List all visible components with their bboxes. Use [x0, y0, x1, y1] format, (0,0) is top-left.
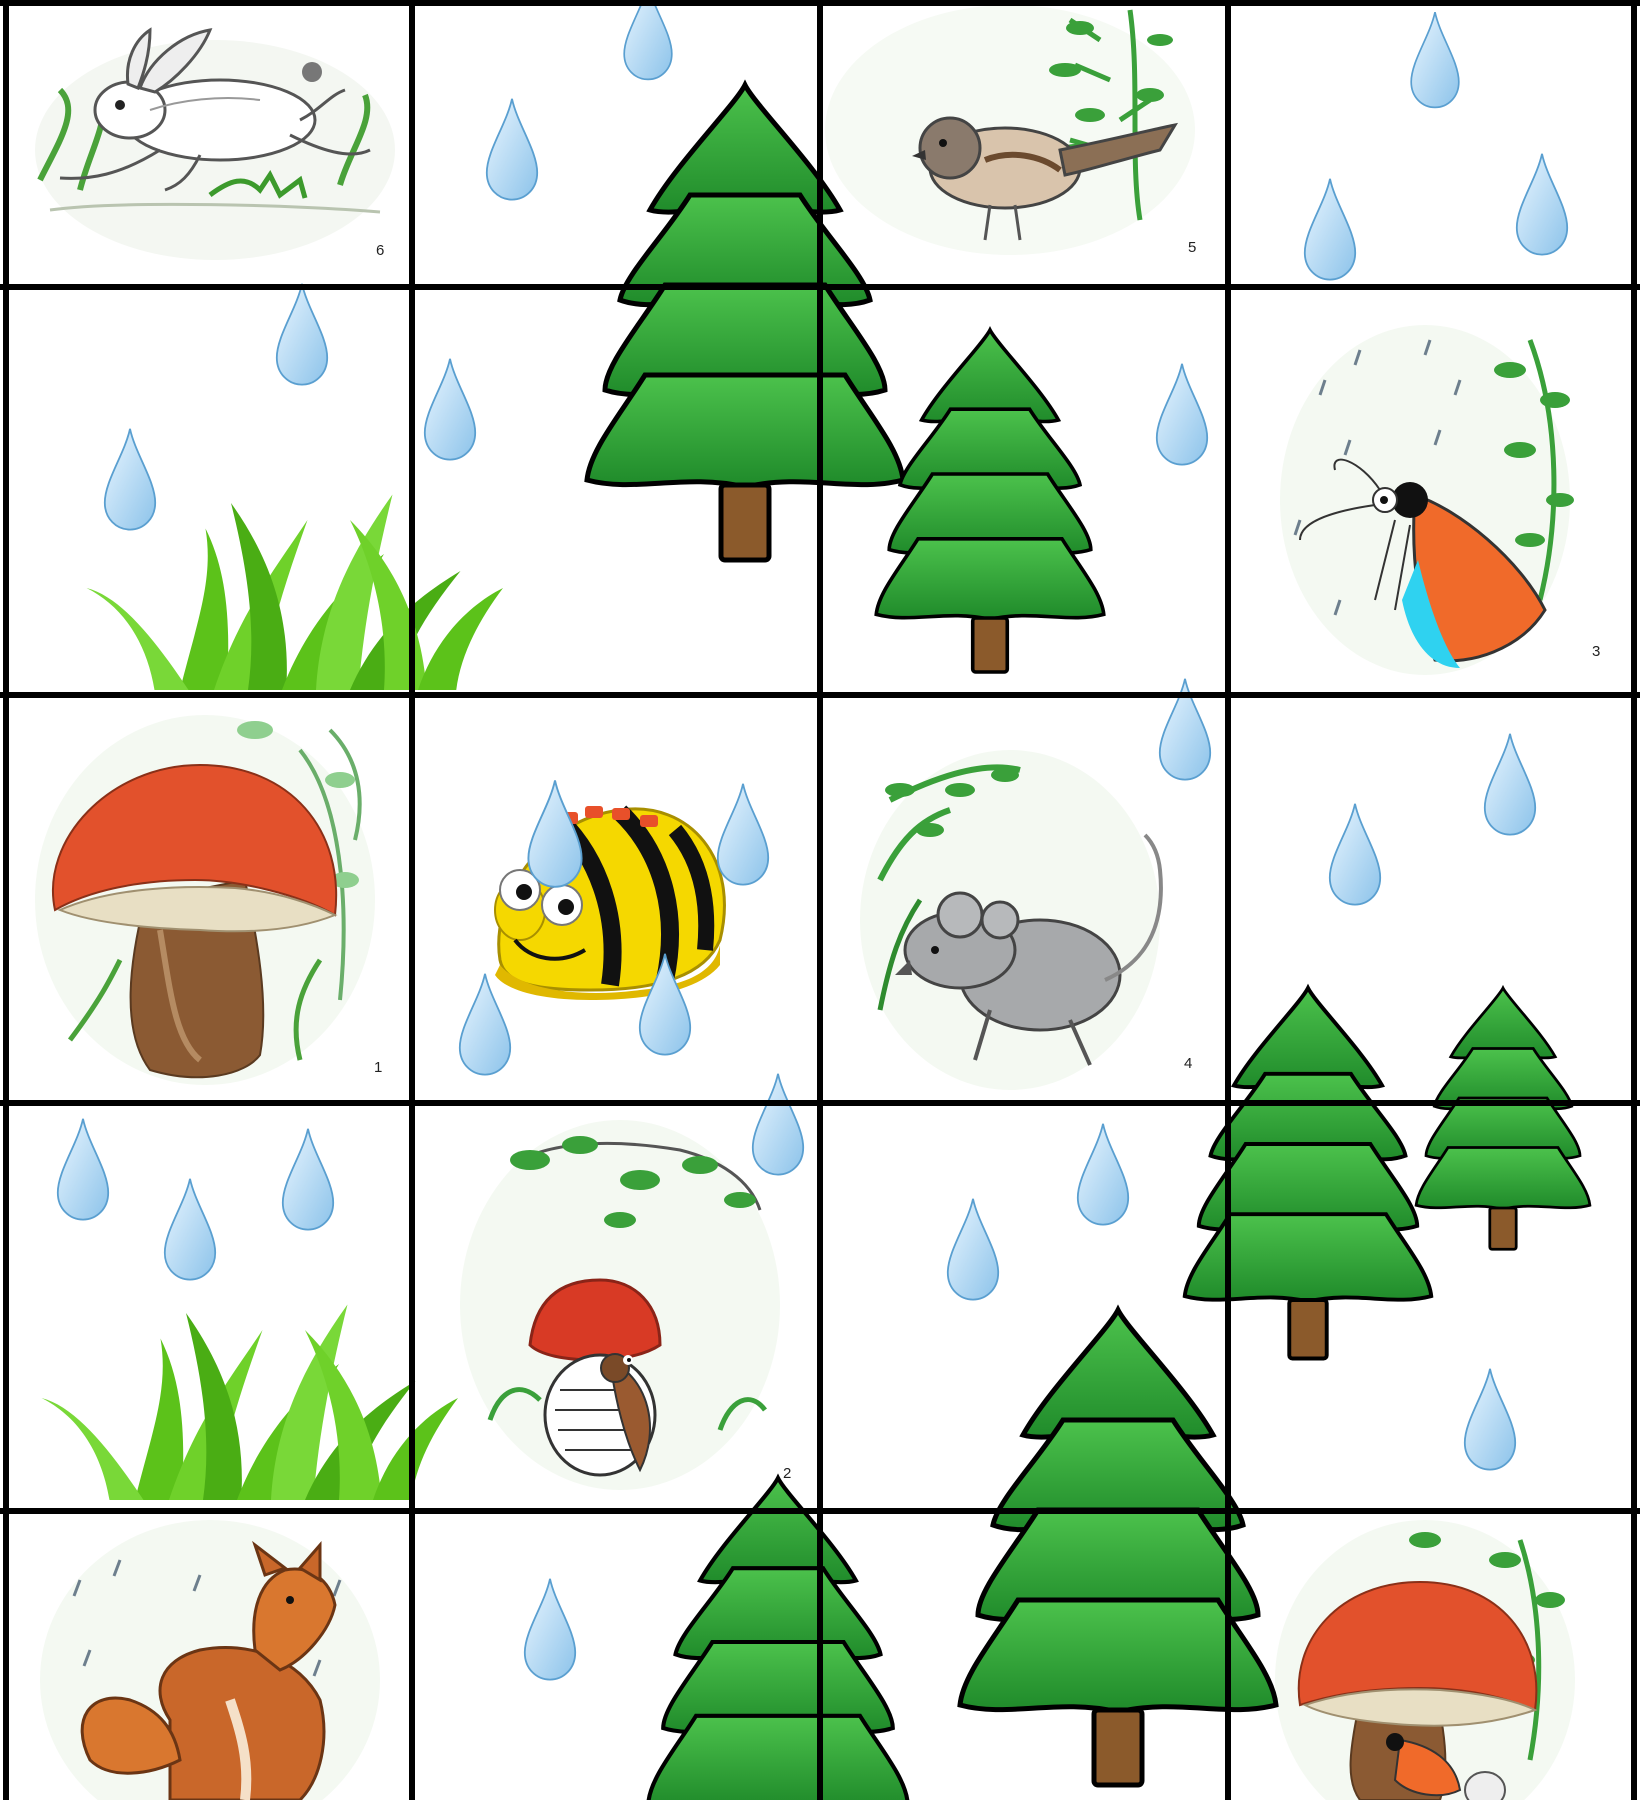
cell-number: 5	[1188, 239, 1196, 256]
cell-number: 3	[1592, 643, 1600, 660]
mouse-icon	[860, 750, 1163, 1090]
game-board: 6 5 3 1 4 2	[0, 0, 1640, 1800]
sparrow-icon	[825, 5, 1195, 255]
cell-number: 1	[374, 1059, 382, 1076]
mushroom-icon	[35, 715, 375, 1085]
cell-number: 4	[1184, 1055, 1192, 1072]
cell-r0-c2[interactable]: 5	[825, 5, 1196, 256]
cell-number: 2	[783, 1465, 791, 1482]
beetle-under-mushroom-icon	[460, 1120, 780, 1490]
